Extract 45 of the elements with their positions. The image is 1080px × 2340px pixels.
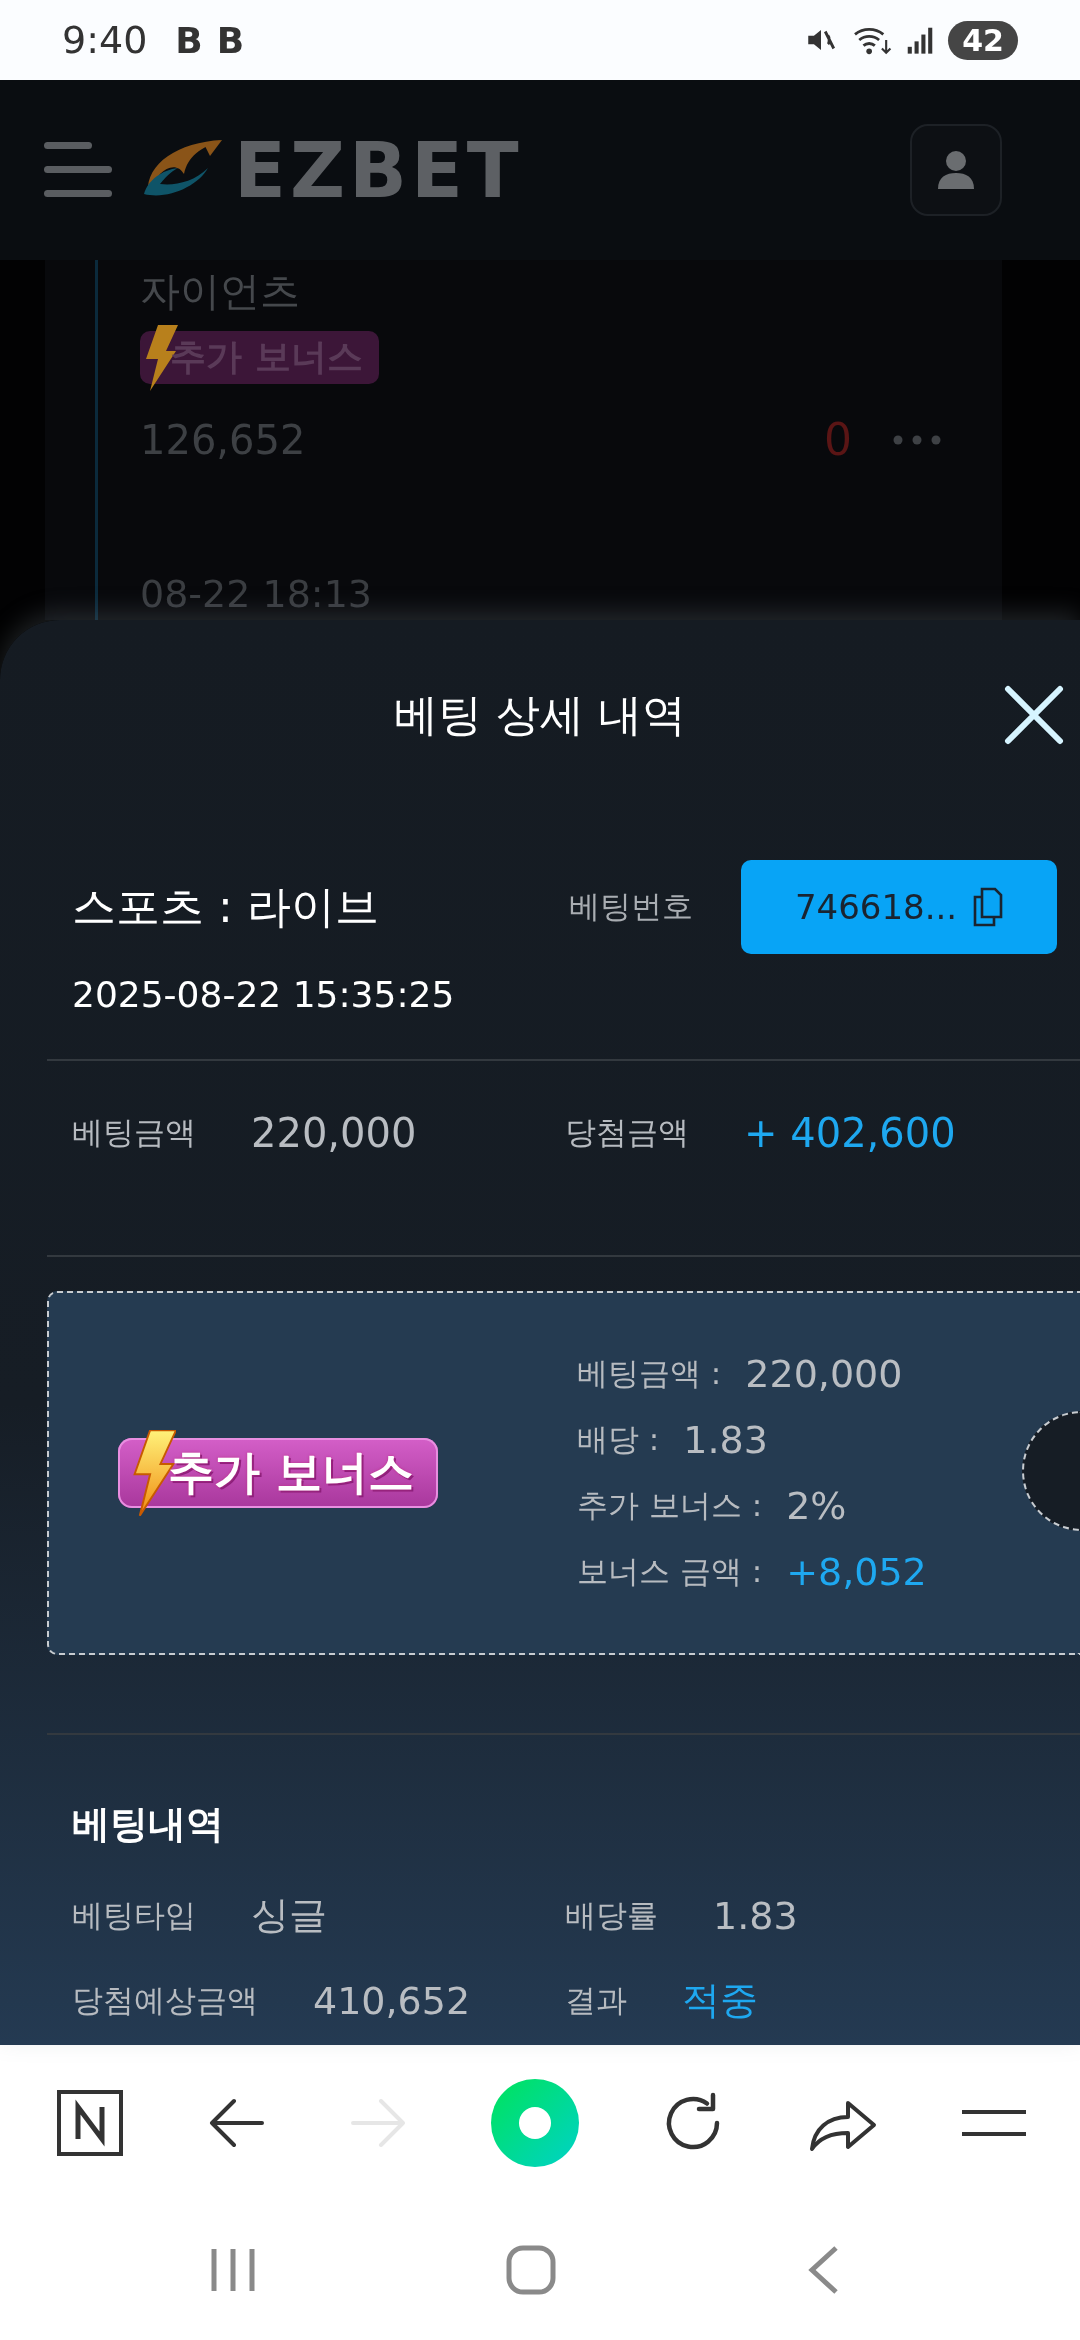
bet-datetime: 2025-08-22 15:35:25 — [72, 974, 456, 1015]
section-title: 베팅내역 — [72, 1801, 225, 1848]
recent-apps-icon[interactable] — [210, 2247, 256, 2293]
bet-number-label: 베팅번호 — [569, 887, 693, 926]
home-button-icon[interactable] — [506, 2245, 556, 2295]
bonus-label: 보너스 금액 : — [577, 1552, 763, 1591]
bonus-value: 220,000 — [745, 1352, 903, 1396]
field-label: 당첨예상금액 — [72, 1980, 258, 2020]
back-icon[interactable] — [806, 2245, 840, 2295]
bonus-label: 추가 보너스 : — [577, 1486, 763, 1525]
bet-amount: 126,652 — [140, 416, 306, 463]
field-label: 베팅타입 — [72, 1895, 196, 1935]
logo-text: EZBET — [234, 125, 523, 215]
close-icon[interactable] — [1002, 683, 1066, 747]
bonus-tag-text: 추가 보너스 — [168, 1444, 414, 1501]
field-label: 베팅금액 — [72, 1113, 196, 1152]
sheet-title: 베팅 상세 내역 — [394, 687, 686, 742]
notification-icon: B — [216, 19, 245, 61]
field-label: 당첨금액 — [565, 1113, 689, 1152]
user-icon — [936, 149, 976, 191]
bonus-label: 베팅금액 : — [577, 1354, 722, 1393]
result-value: 0 — [824, 414, 852, 465]
menu-icon[interactable] — [959, 2107, 1028, 2138]
home-icon[interactable] — [56, 2088, 124, 2157]
bonus-label: 배당 : — [577, 1420, 660, 1459]
profile-button[interactable] — [910, 124, 1002, 216]
signal-icon — [906, 25, 935, 55]
bonus-value: 1.83 — [683, 1418, 768, 1462]
field-value: + 402,600 — [744, 1110, 956, 1156]
team-name: 자이언츠 — [140, 267, 301, 316]
bonus-value: +8,052 — [786, 1550, 927, 1594]
field-label: 배당률 — [565, 1895, 658, 1935]
copy-icon — [973, 887, 1004, 927]
field-value: 410,652 — [313, 1978, 471, 2023]
field-value: 적중 — [682, 1977, 758, 2024]
field-label: 결과 — [565, 1980, 627, 2020]
field-value: 싱글 — [251, 1892, 327, 1939]
bet-category: 스포츠 : 라이브 — [72, 879, 379, 934]
bonus-value: 2% — [786, 1484, 847, 1528]
bet-number-button[interactable]: 746618... — [741, 860, 1057, 954]
status-time: 9:40 — [62, 18, 148, 62]
field-value: 1.83 — [713, 1893, 798, 1938]
field-value: 220,000 — [251, 1110, 417, 1156]
battery-level: 42 — [948, 20, 1018, 60]
notification-icon: B — [175, 19, 203, 61]
